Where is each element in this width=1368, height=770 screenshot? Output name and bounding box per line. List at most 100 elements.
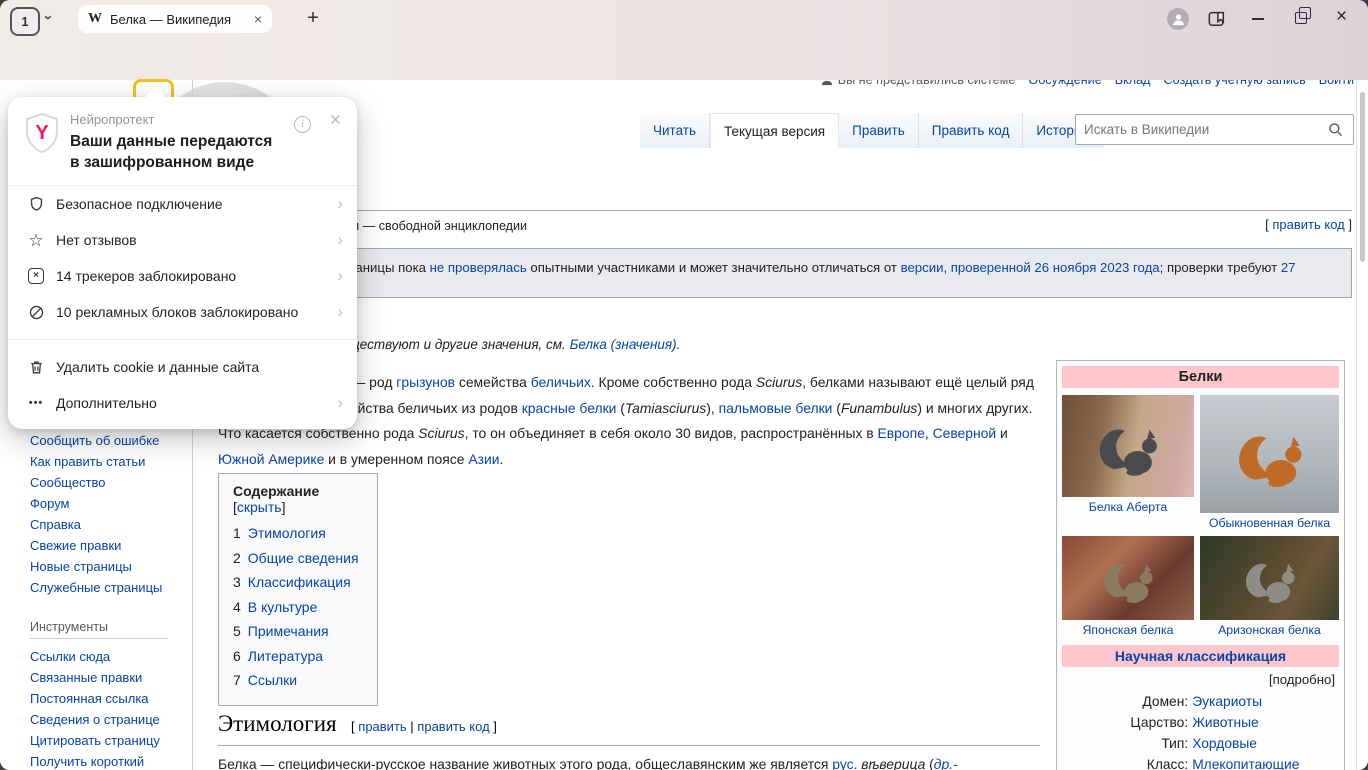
squirrel-photo-arizona[interactable]	[1200, 536, 1339, 620]
star-icon: ☆	[26, 232, 46, 249]
personal-link-contributions[interactable]: Вклад	[1115, 80, 1151, 87]
page-scrollbar[interactable]	[1356, 80, 1368, 770]
toc-title: Содержание	[233, 483, 319, 499]
popup-item-more[interactable]: ••• Дополнительно ›	[8, 385, 357, 421]
search-input[interactable]	[1076, 122, 1328, 137]
sidebar-item-forum[interactable]: Форум	[30, 493, 192, 514]
title-underline	[218, 210, 1352, 211]
photo-caption-link[interactable]: Обыкновенная белка	[1200, 516, 1339, 530]
chevron-right-icon: ›	[337, 230, 343, 250]
tab-strip: 1 › W Белка — Википедия × + ×	[0, 0, 1368, 38]
minimize-button[interactable]	[1252, 18, 1264, 20]
tracker-blocked-icon: ×	[26, 268, 46, 284]
sidebar-item-related-changes[interactable]: Связанные правки	[30, 667, 192, 688]
info-icon[interactable]: i	[294, 116, 311, 133]
tab-edit-source[interactable]: Править код	[919, 113, 1024, 148]
edit-source-link[interactable]: [ править код ]	[1265, 217, 1352, 232]
tab-current-version[interactable]: Текущая версия	[710, 113, 839, 148]
tab-title: Белка — Википедия	[110, 12, 248, 27]
sidebar-item-cite-page[interactable]: Цитировать страницу	[30, 730, 192, 751]
popup-brand-label: Нейропротект	[70, 112, 290, 127]
toc-item-literature[interactable]: 6Литература	[233, 644, 365, 669]
restore-window-button[interactable]	[1295, 12, 1307, 24]
toc-item-notes[interactable]: 5Примечания	[233, 619, 365, 644]
chevron-right-icon: ›	[337, 266, 343, 286]
personal-bar: Вы не представились системе Обсуждение В…	[821, 80, 1354, 87]
sidebar-item-new-pages[interactable]: Новые страницы	[30, 556, 192, 577]
classification-row: Царство: Животные	[1062, 712, 1339, 733]
popup-item-reviews[interactable]: ☆ Нет отзывов ›	[8, 222, 357, 258]
sidebar-item-page-info[interactable]: Сведения о странице	[30, 709, 192, 730]
squirrel-photo-red[interactable]	[1200, 395, 1339, 513]
sidebar-item-special-pages[interactable]: Служебные страницы	[30, 577, 192, 598]
shield-icon	[26, 195, 46, 213]
taxobox-title: Белки	[1062, 366, 1339, 388]
side-panel-button[interactable]	[1208, 10, 1226, 32]
chevron-right-icon: ›	[337, 393, 343, 413]
toc-item-links[interactable]: 7Ссылки	[233, 668, 365, 693]
yandex-shield-icon: Y	[24, 112, 62, 173]
browser-window: 1 › W Белка — Википедия × + × ←	[0, 0, 1368, 770]
toc-hide-link[interactable]: [скрыть]	[233, 499, 285, 515]
profile-avatar[interactable]	[1167, 8, 1189, 30]
sidebar-item-what-links-here[interactable]: Ссылки сюда	[30, 646, 192, 667]
browser-tab[interactable]: W Белка — Википедия ×	[78, 5, 272, 33]
new-tab-button[interactable]: +	[300, 5, 326, 31]
squirrel-photo-japanese[interactable]	[1062, 536, 1194, 620]
classification-header-link[interactable]: Научная классификация	[1062, 645, 1339, 667]
popup-divider	[8, 339, 357, 340]
popup-headline: Ваши данные передаются в зашифрованном в…	[70, 131, 290, 173]
side-panel-icon	[1208, 10, 1226, 27]
person-icon	[1172, 13, 1185, 26]
toc-item-culture[interactable]: 4В культуре	[233, 595, 365, 620]
toc-item-general[interactable]: 2Общие сведения	[233, 546, 365, 571]
personal-link-talk[interactable]: Обсуждение	[1028, 80, 1101, 87]
personal-link-create-account[interactable]: Создать учетную запись	[1163, 80, 1305, 87]
classification-row: Домен: Эукариоты	[1062, 691, 1339, 712]
squirrel-photo-abert[interactable]	[1062, 395, 1194, 497]
wiki-search	[1075, 114, 1354, 145]
scrollbar-thumb[interactable]	[1360, 92, 1365, 262]
sidebar-item-recent-changes[interactable]: Свежие правки	[30, 535, 192, 556]
taxobox-image-cell: Аризонская белка	[1200, 536, 1339, 637]
person-icon	[821, 80, 833, 86]
toc-item-classification[interactable]: 3Классификация	[233, 570, 365, 595]
popup-close-icon[interactable]: ×	[330, 110, 341, 132]
photo-caption-link[interactable]: Аризонская белка	[1200, 623, 1339, 637]
popup-item-trackers-blocked[interactable]: × 14 трекеров заблокировано ›	[8, 258, 357, 294]
search-icon[interactable]	[1328, 122, 1344, 138]
taxobox-image-cell: Белка Аберта	[1062, 395, 1194, 530]
tab-close-icon[interactable]: ×	[254, 11, 262, 27]
photo-caption-link[interactable]: Японская белка	[1062, 623, 1194, 637]
classification-row: Класс: Млекопитающие	[1062, 754, 1339, 770]
revision-notice-box: Текущая версия страницы пока не проверял…	[218, 248, 1352, 298]
personal-link-login[interactable]: Войти	[1319, 80, 1354, 87]
sidebar-item-how-to-edit[interactable]: Как править статьи	[30, 451, 192, 472]
popup-item-secure-connection[interactable]: Безопасное подключение ›	[8, 186, 357, 222]
ad-block-icon	[26, 304, 46, 321]
sidebar-item-help[interactable]: Справка	[30, 514, 192, 535]
sidebar-item-permanent-link[interactable]: Постоянная ссылка	[30, 688, 192, 709]
popup-header: Y Нейропротект Ваши данные передаются в …	[8, 97, 357, 185]
chevron-right-icon: ›	[337, 194, 343, 214]
classification-row: Тип: Хордовые	[1062, 733, 1339, 754]
section-heading-etymology: Этимология [ править | править код ]	[218, 711, 1040, 746]
wiki-page: Участие Сообщить об ошибке Как править с…	[0, 80, 1368, 770]
sidebar-item-short-url[interactable]: Получить короткий	[30, 751, 192, 770]
tab-edit[interactable]: Править	[839, 113, 919, 148]
taxobox-image-cell: Обыкновенная белка	[1200, 395, 1339, 530]
photo-caption-link[interactable]: Белка Аберта	[1062, 500, 1194, 514]
popup-item-ads-blocked[interactable]: 10 рекламных блоков заблокировано ›	[8, 294, 357, 330]
chevron-down-icon[interactable]: ›	[40, 15, 57, 20]
sidebar-item-report-error[interactable]: Сообщить об ошибке	[30, 430, 192, 451]
close-window-button[interactable]: ×	[1336, 6, 1347, 28]
sidebar-item-community[interactable]: Сообщество	[30, 472, 192, 493]
section-edit-links[interactable]: [ править | править код ]	[351, 719, 497, 734]
tab-read[interactable]: Читать	[640, 113, 710, 148]
wikipedia-favicon: W	[88, 11, 102, 27]
toc-item-etymology[interactable]: 1Этимология	[233, 521, 365, 546]
address-bar: ← Я ↻ ru.wikipedia.org Белка — Википедия…	[0, 38, 1368, 80]
tab-counter-button[interactable]: 1	[10, 7, 40, 36]
classification-details-link[interactable]: [подробно]	[1062, 672, 1335, 687]
popup-item-delete-cookies[interactable]: Удалить cookie и данные сайта	[8, 349, 357, 385]
